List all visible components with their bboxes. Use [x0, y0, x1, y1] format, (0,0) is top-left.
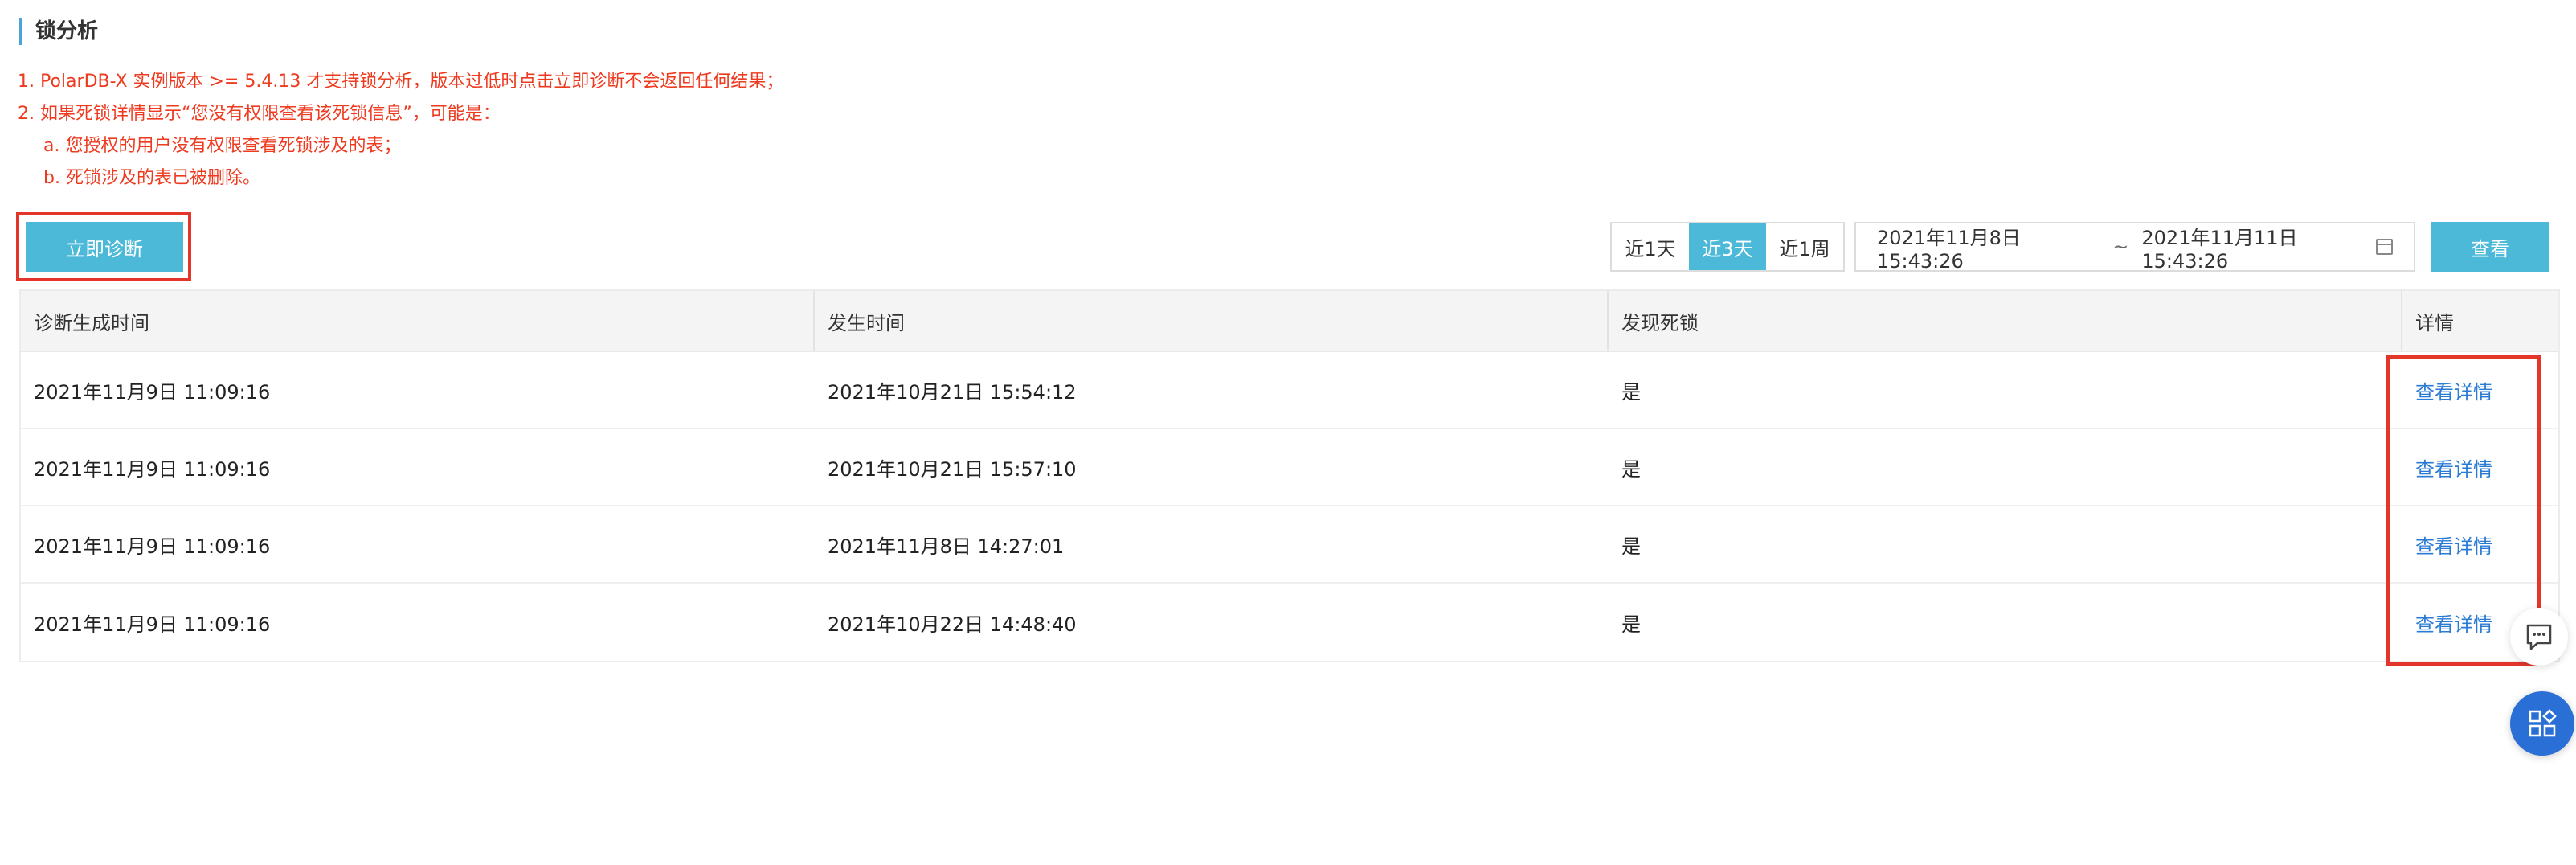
time-range-selector: 近1天 近3天 近1周: [1610, 222, 1845, 272]
table-header: 诊断生成时间 发生时间 发现死锁 详情: [21, 291, 2558, 352]
range-3-days-button[interactable]: 近3天: [1689, 223, 1766, 270]
range-1-week-button[interactable]: 近1周: [1766, 223, 1843, 270]
table-row: 2021年11月9日 11:09:16 2021年11月8日 14:27:01 …: [21, 506, 2558, 584]
deadlock-table: 诊断生成时间 发生时间 发现死锁 详情 2021年11月9日 11:09:16 …: [19, 289, 2560, 662]
cell-deadlock-found: 是: [1621, 380, 1641, 404]
query-button[interactable]: 查看: [2431, 222, 2549, 272]
table-row: 2021年11月9日 11:09:16 2021年10月21日 15:57:10…: [21, 429, 2558, 506]
notice-item: 2. 如果死锁详情显示“您没有权限查看该死锁信息”，可能是：: [18, 104, 501, 124]
header-deadlock-found: 发现死锁: [1609, 291, 2402, 351]
cell-occur-time: 2021年10月21日 15:54:12: [828, 380, 1077, 404]
cell-diagnosis-time: 2021年11月9日 11:09:16: [34, 380, 271, 404]
table-row: 2021年11月9日 11:09:16 2021年10月21日 15:54:12…: [21, 352, 2558, 429]
cell-deadlock-found: 是: [1621, 535, 1641, 558]
table-row: 2021年11月9日 11:09:16 2021年10月22日 14:48:40…: [21, 584, 2558, 661]
header-occur-time: 发生时间: [815, 291, 1609, 351]
notice-subitem: a. 您授权的用户没有权限查看死锁涉及的表；: [43, 136, 402, 156]
notice-list: 1. PolarDB-X 实例版本 >= 5.4.13 才支持锁分析，版本过低时…: [18, 66, 783, 195]
range-1-day-button[interactable]: 近1天: [1612, 223, 1689, 270]
cell-occur-time: 2021年11月8日 14:27:01: [828, 535, 1065, 558]
page-title: 锁分析: [35, 19, 99, 43]
date-start: 2021年11月8日 15:43:26: [1877, 226, 2021, 273]
cell-deadlock-found: 是: [1621, 457, 1641, 481]
chat-icon[interactable]: [2510, 608, 2568, 666]
section-title-accent: [19, 18, 22, 45]
date-separator: ~: [2112, 236, 2129, 258]
calendar-icon[interactable]: [2376, 239, 2393, 255]
notice-item: 1. PolarDB-X 实例版本 >= 5.4.13 才支持锁分析，版本过低时…: [18, 72, 784, 92]
header-diagnosis-time: 诊断生成时间: [21, 291, 815, 351]
cell-diagnosis-time: 2021年11月9日 11:09:16: [34, 613, 271, 636]
notice-subitem: b. 死锁涉及的表已被删除。: [43, 168, 260, 188]
cell-occur-time: 2021年10月21日 15:57:10: [828, 457, 1077, 481]
cell-occur-time: 2021年10月22日 14:48:40: [828, 613, 1077, 636]
cell-diagnosis-time: 2021年11月9日 11:09:16: [34, 457, 271, 481]
cell-deadlock-found: 是: [1621, 613, 1641, 636]
cell-diagnosis-time: 2021年11月9日 11:09:16: [34, 535, 271, 558]
date-range-picker[interactable]: 2021年11月8日 15:43:26 ~ 2021年11月11日 15:43:…: [1854, 222, 2415, 273]
date-end: 2021年11月11日 15:43:26: [2141, 226, 2298, 273]
highlight-box-diagnose: [16, 212, 191, 281]
apps-icon[interactable]: [2510, 691, 2574, 756]
header-details: 详情: [2415, 311, 2454, 334]
